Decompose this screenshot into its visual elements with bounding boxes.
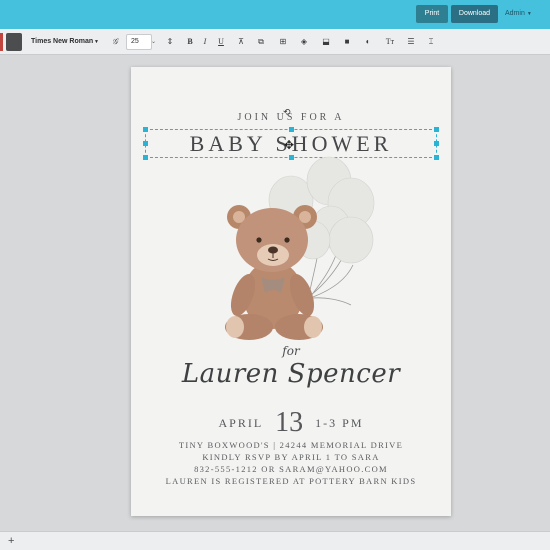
strikethrough-icon[interactable]: ⊼ [234,35,248,49]
text-style-icon[interactable]: 𝒢 [108,35,122,49]
print-button[interactable]: Print [416,5,448,23]
resize-handle[interactable] [434,155,439,160]
resize-handle[interactable] [289,127,294,132]
add-page-button[interactable]: + [8,534,14,548]
chevron-down-icon: ▼ [94,39,99,45]
invitation-canvas[interactable]: JOIN US FOR A ⟲ BABY SHOWER ✥ for Lauren… [131,67,451,516]
join-us-text[interactable]: JOIN US FOR A [131,112,451,123]
contact-text[interactable]: 832-555-1212 OR SARAM@YAHOO.COM [131,464,451,474]
arrange-icon[interactable]: ⬓ [319,35,333,49]
format-toolbar: Times New Roman ▼ 𝒢 25 ⌄ ⇕ B I U ⊼ ⧉ ⊞ ◈… [0,29,550,55]
reset-icon[interactable]: ⌶ [424,35,438,49]
teddy-bear-illustration[interactable] [201,155,391,345]
layers-icon[interactable]: ◈ [297,35,311,49]
resize-handle[interactable] [143,141,148,146]
resize-handle[interactable] [434,127,439,132]
chevron-down-icon[interactable]: ⌄ [151,35,156,49]
download-button[interactable]: Download [451,5,498,23]
top-header: Print Download Admin ▼ [0,0,550,29]
underline-icon[interactable]: U [214,35,228,49]
text-case-icon[interactable]: Tт [383,35,397,49]
rotate-handle-icon[interactable]: ⟲ [283,107,291,118]
color-swatch-red[interactable] [0,33,3,51]
rsvp-text[interactable]: KINDLY RSVP BY APRIL 1 TO SARA [131,452,451,462]
duplicate-icon[interactable]: ⊞ [276,35,290,49]
bold-icon[interactable]: B [183,35,197,49]
line-height-icon[interactable]: ⇕ [163,35,177,49]
move-cursor-icon: ✥ [284,138,295,152]
for-text[interactable]: for [131,344,451,358]
registry-text[interactable]: LAUREN IS REGISTERED AT POTTERY BARN KID… [131,476,451,486]
date-row[interactable]: APRIL 13 1-3 PM [131,407,451,441]
resize-handle[interactable] [434,141,439,146]
date-time-text[interactable]: 1-3 PM [315,416,363,431]
date-day-text[interactable]: 13 [275,407,303,439]
resize-handle[interactable] [143,155,148,160]
italic-icon[interactable]: I [198,35,212,49]
honoree-name-text[interactable]: Lauren Spencer [131,359,451,389]
bottom-bar: + [0,531,550,550]
font-size-input[interactable]: 25 [126,34,152,50]
lock-icon[interactable]: ■ [340,35,354,49]
color-icon[interactable]: ◐ [361,35,375,49]
date-month-text[interactable]: APRIL [218,416,263,431]
venue-text[interactable]: TINY BOXWOOD'S | 24244 MEMORIAL DRIVE [131,440,451,450]
font-family-value: Times New Roman [31,38,94,45]
line-spacing-icon[interactable]: ☰ [404,35,418,49]
admin-label: Admin [505,10,525,17]
resize-handle[interactable] [143,127,148,132]
font-family-select[interactable]: Times New Roman ▼ [28,34,102,50]
text-color-swatch[interactable] [6,33,22,51]
admin-menu[interactable]: Admin ▼ [505,5,532,23]
transform-icon[interactable]: ⧉ [254,35,268,49]
chevron-down-icon: ▼ [526,11,532,17]
